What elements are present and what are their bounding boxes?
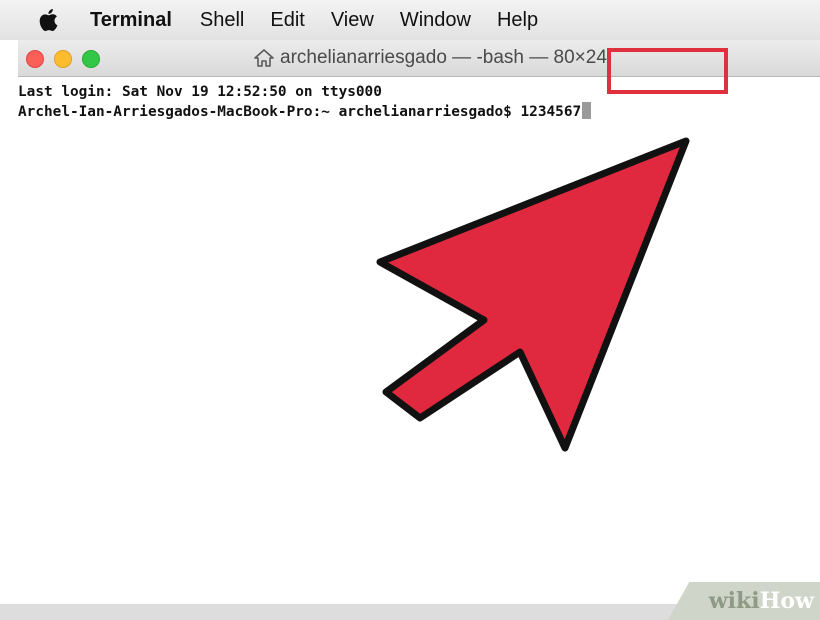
menu-edit[interactable]: Edit — [270, 9, 304, 32]
watermark-how: How — [759, 588, 814, 614]
menu-terminal[interactable]: Terminal — [90, 9, 172, 32]
terminal-line-login: Last login: Sat Nov 19 12:52:50 on ttys0… — [18, 84, 382, 100]
typed-input: 1234567 — [520, 104, 582, 120]
watermark-wiki: wiki — [708, 588, 760, 614]
terminal-window: archelianarriesgado — -bash — 80×24 Last… — [18, 40, 820, 620]
close-button[interactable] — [26, 50, 44, 68]
apple-icon[interactable] — [38, 8, 68, 32]
terminal-line-prompt: Archel-Ian-Arriesgados-MacBook-Pro:~ arc… — [18, 102, 592, 122]
home-icon — [254, 49, 274, 67]
minimize-button[interactable] — [54, 50, 72, 68]
menu-window[interactable]: Window — [400, 9, 471, 32]
menu-shell[interactable]: Shell — [200, 9, 244, 32]
window-title-text: archelianarriesgado — -bash — 80×24 — [280, 47, 607, 68]
wikihow-watermark: wiki How — [668, 582, 820, 620]
shell-prompt: Archel-Ian-Arriesgados-MacBook-Pro:~ arc… — [18, 104, 521, 120]
screenshot: Terminal Shell Edit View Window Help arc… — [0, 0, 820, 620]
zoom-button[interactable] — [82, 50, 100, 68]
menu-help[interactable]: Help — [497, 9, 538, 32]
window-title: archelianarriesgado — -bash — 80×24 — [254, 47, 607, 69]
menu-bar: Terminal Shell Edit View Window Help — [0, 0, 820, 40]
text-cursor — [582, 102, 592, 119]
menu-view[interactable]: View — [331, 9, 374, 32]
terminal-content[interactable]: Last login: Sat Nov 19 12:52:50 on ttys0… — [18, 78, 820, 602]
highlight-box — [607, 48, 728, 94]
apple-logo-glyph — [39, 9, 58, 31]
